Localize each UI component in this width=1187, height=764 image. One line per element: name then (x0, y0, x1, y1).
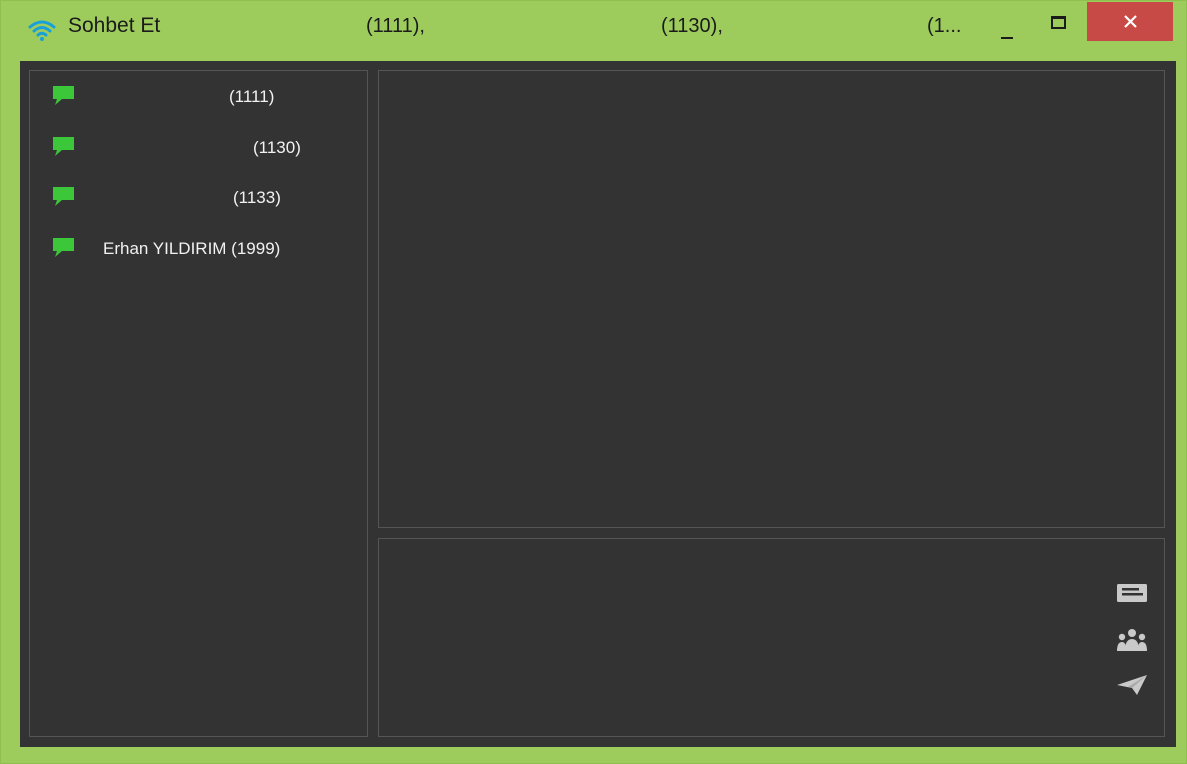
contact-label: (1130) (253, 138, 301, 157)
contact-label: Erhan YILDIRIM (1999) (103, 239, 281, 258)
content-area: (1111) (1130) (1133) Erhan YILDIRIM (199… (20, 61, 1176, 747)
group-icon (1117, 629, 1147, 651)
contact-label: (1133) (233, 188, 281, 207)
title-contact-1: (1111), (366, 15, 425, 37)
minimize-button[interactable] (987, 7, 1027, 45)
group-button[interactable] (1116, 627, 1148, 653)
title-contact-2: (1130), (661, 15, 723, 37)
contact-item-1130[interactable]: (1130) (30, 135, 367, 165)
window-title: Sohbet Et (68, 14, 161, 37)
send-icon (1117, 675, 1147, 695)
chat-bubble-icon (53, 137, 74, 156)
close-button[interactable] (1087, 2, 1173, 41)
contact-label: (1111) (229, 87, 275, 106)
maximize-button[interactable] (1037, 5, 1077, 43)
contact-item-1133[interactable]: (1133) (30, 185, 367, 215)
title-contact-3: (1... (927, 15, 962, 37)
message-icon (1117, 584, 1147, 602)
chat-bubble-icon (53, 238, 74, 257)
title-bar[interactable]: Sohbet Et (1111), (1130), (1... (1, 1, 1186, 57)
message-button[interactable] (1116, 580, 1148, 606)
wifi-icon (28, 20, 56, 41)
message-history[interactable] (378, 70, 1165, 528)
send-button[interactable] (1116, 672, 1148, 698)
chat-window: Sohbet Et (1111), (1130), (1... (1111) (… (0, 0, 1187, 764)
chat-bubble-icon (53, 187, 74, 206)
message-input[interactable] (378, 538, 1165, 737)
contact-item-1111[interactable]: (1111) (30, 84, 367, 114)
contact-list[interactable]: (1111) (1130) (1133) Erhan YILDIRIM (199… (29, 70, 368, 737)
contact-item-1999[interactable]: Erhan YILDIRIM (1999) (30, 236, 367, 266)
chat-bubble-icon (53, 86, 74, 105)
close-icon (1124, 15, 1137, 28)
